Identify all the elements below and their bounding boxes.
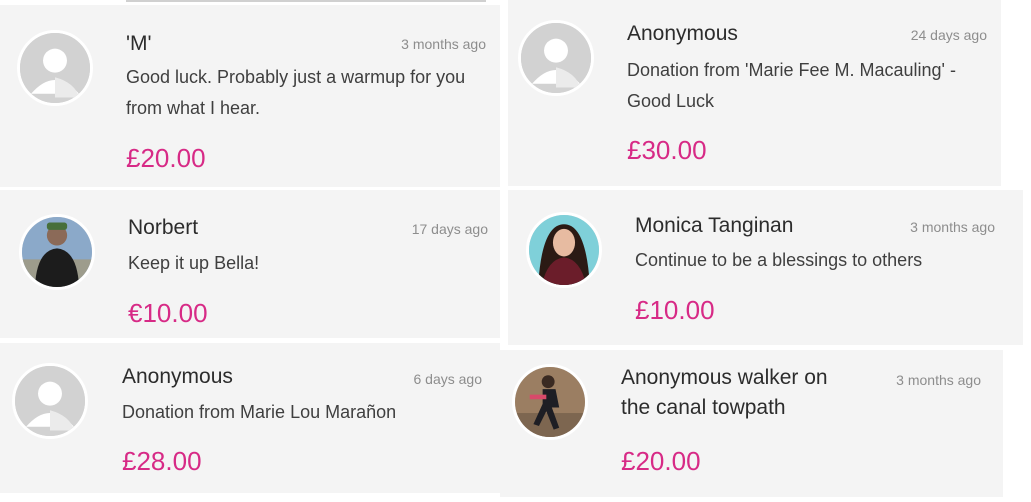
default-avatar-icon [12, 363, 88, 439]
donor-name: Anonymous [122, 365, 233, 388]
donor-name: Anonymous walker on the canal towpath [621, 366, 828, 419]
donation-card: Anonymous 24 days ago Donation from 'Mar… [508, 0, 1001, 186]
donation-card: Anonymous 6 days ago Donation from Marie… [0, 343, 500, 493]
donation-amount: £28.00 [122, 446, 202, 476]
profile-photo [512, 364, 588, 440]
default-avatar-icon [518, 20, 594, 96]
donation-message: Donation from 'Marie Fee M. Macauling' -… [627, 60, 956, 111]
donation-amount: £30.00 [627, 135, 707, 165]
donation-time: 3 months ago [896, 372, 981, 388]
default-avatar-icon [17, 30, 93, 106]
profile-photo [19, 214, 95, 290]
donor-name: Norbert [128, 216, 199, 239]
donation-message: Good luck. Probably just a warmup for yo… [126, 67, 466, 118]
donor-name: Anonymous [627, 22, 738, 45]
donation-amount: £10.00 [635, 295, 715, 325]
donation-message: Donation from Marie Lou Marañon [122, 402, 397, 422]
donation-card: Monica Tanginan 3 months ago Continue to… [508, 190, 1023, 345]
donation-time: 24 days ago [910, 27, 987, 43]
donation-time: 3 months ago [401, 36, 486, 52]
donation-amount: €10.00 [128, 298, 208, 328]
donation-card: 'M' 3 months ago Good luck. Probably jus… [0, 5, 500, 187]
donation-amount: £20.00 [126, 143, 206, 173]
donation-card: Norbert 17 days ago Keep it up Bella! €1… [0, 190, 500, 338]
donation-message: Keep it up Bella! [128, 253, 260, 273]
donation-card: Anonymous walker on the canal towpath 3 … [500, 350, 1003, 497]
donor-name: Monica Tanginan [635, 214, 794, 237]
donation-time: 6 days ago [413, 371, 483, 387]
donation-time: 17 days ago [411, 221, 488, 237]
profile-photo [526, 212, 602, 288]
donor-name: 'M' [126, 32, 152, 55]
top-divider [126, 0, 486, 2]
donation-message: Continue to be a blessings to others [635, 250, 923, 270]
donation-amount: £20.00 [621, 446, 701, 476]
donation-time: 3 months ago [910, 219, 995, 235]
